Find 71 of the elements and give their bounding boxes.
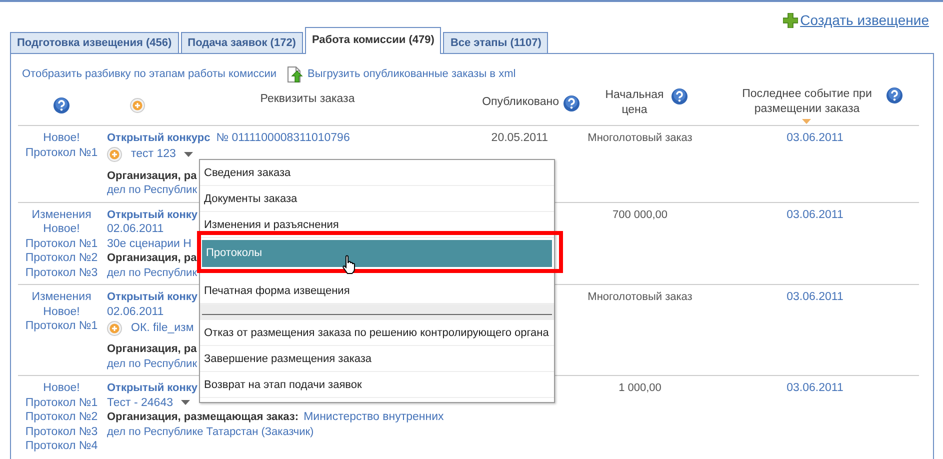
menu-item[interactable]: Сведения заказа bbox=[200, 160, 554, 186]
last-event-link[interactable]: 03.06.2011 bbox=[786, 208, 844, 220]
event-link[interactable]: Новое! bbox=[43, 222, 80, 236]
tab[interactable]: Работа комиссии (479) bbox=[304, 27, 442, 54]
order-title-link[interactable]: Открытый конку bbox=[107, 208, 198, 222]
menu-item[interactable]: Отказ от размещения заказа по решению контролирующего органа bbox=[200, 320, 554, 346]
published-date: 20.05.2011 bbox=[491, 132, 548, 144]
plus-icon bbox=[783, 12, 798, 28]
column-header: Последнее событие при размещении заказа bbox=[741, 87, 873, 117]
last-event-link[interactable]: 03.06.2011 bbox=[786, 132, 844, 144]
help-icon[interactable] bbox=[886, 87, 903, 104]
subject-link[interactable]: 30е сценарии Н bbox=[107, 236, 192, 251]
help-icon[interactable] bbox=[563, 95, 580, 112]
tab[interactable]: Подготовка извещения (456) bbox=[10, 32, 179, 53]
menu-item[interactable]: Протоколы bbox=[202, 240, 552, 267]
event-link[interactable]: Новое! bbox=[43, 131, 80, 146]
order-date[interactable]: 02.06.2011 bbox=[107, 222, 164, 236]
org-label: Организация, ра bbox=[107, 342, 197, 356]
event-link[interactable]: Протокол №4 bbox=[25, 439, 98, 454]
event-link[interactable]: Протокол №1 bbox=[25, 236, 98, 251]
org-link[interactable]: дел по Республике Татарстан (Заказчик) bbox=[107, 424, 314, 439]
event-link[interactable]: Протокол №1 bbox=[25, 396, 98, 410]
org-label: Организация, ра bbox=[107, 251, 197, 266]
event-link[interactable]: Протокол №1 bbox=[25, 319, 98, 334]
org-label: Организация, размещающая заказ: bbox=[107, 410, 299, 424]
order-number: № 0111100008311010796 bbox=[216, 131, 350, 146]
event-link[interactable]: Протокол №2 bbox=[25, 251, 98, 266]
price-text: Многолотовый заказ bbox=[588, 132, 692, 144]
price-text: 700 000,00 bbox=[612, 208, 668, 220]
column-header: Опубликовано bbox=[482, 95, 559, 110]
org-link[interactable]: дел по Республик bbox=[107, 356, 198, 371]
caret-icon[interactable] bbox=[181, 400, 190, 406]
event-link[interactable]: Новое! bbox=[43, 381, 80, 396]
org-link[interactable]: дел по Республик bbox=[107, 266, 198, 280]
subject-link[interactable]: Тест - 24643 bbox=[107, 396, 173, 410]
column-header: Реквизиты заказа bbox=[260, 92, 355, 107]
org-link[interactable]: дел по Республик bbox=[107, 183, 198, 198]
help-icon[interactable] bbox=[670, 88, 688, 105]
create-notice-link[interactable]: Создать извещение bbox=[783, 9, 929, 31]
last-event-link[interactable]: 03.06.2011 bbox=[786, 291, 844, 303]
menu-item[interactable]: Завершение размещения заказа bbox=[200, 346, 554, 372]
org-label: Организация, ра bbox=[107, 168, 197, 183]
order-title-link[interactable]: Открытый конку bbox=[107, 290, 198, 304]
help-icon[interactable] bbox=[53, 97, 70, 114]
price-text: Многолотовый заказ bbox=[588, 291, 692, 303]
event-link[interactable]: Протокол №1 bbox=[25, 146, 98, 160]
column-header: Начальная цена bbox=[604, 88, 665, 118]
document-export-icon bbox=[286, 66, 303, 82]
menu-item[interactable]: Изменения и разъяснения bbox=[200, 212, 554, 238]
event-link[interactable]: Изменения bbox=[32, 290, 92, 304]
event-link[interactable]: Протокол №2 bbox=[25, 410, 98, 424]
menu-item[interactable]: Документы заказа bbox=[200, 186, 554, 212]
caret-icon[interactable] bbox=[184, 152, 193, 158]
breakdown-link[interactable]: Отобразить разбивку по этапам работы комиссии bbox=[22, 68, 277, 80]
tab[interactable]: Подача заявок (172) bbox=[180, 32, 303, 53]
last-event-link[interactable]: 03.06.2011 bbox=[786, 382, 844, 394]
event-link[interactable]: Изменения bbox=[32, 208, 92, 222]
org-link[interactable]: Министерство внутренних bbox=[304, 410, 444, 424]
event-link[interactable]: Протокол №3 bbox=[25, 266, 98, 280]
hand-cursor-icon bbox=[341, 255, 357, 275]
event-link[interactable]: Новое! bbox=[43, 304, 80, 319]
export-link[interactable]: Выгрузить опубликованные заказы в xml bbox=[286, 66, 516, 82]
subject-link[interactable]: ОК. file_изм bbox=[131, 320, 194, 336]
subject-link[interactable]: тест 123 bbox=[131, 147, 176, 162]
order-title-link[interactable]: Открытый конку bbox=[107, 381, 198, 396]
event-link[interactable]: Протокол №3 bbox=[25, 424, 98, 439]
order-date[interactable]: 02.06.2011 bbox=[107, 304, 164, 319]
order-title-link[interactable]: Открытый конкурс bbox=[107, 131, 210, 146]
menu-item[interactable]: Возврат на этап подачи заявок bbox=[200, 372, 554, 398]
price-text: 1 000,00 bbox=[618, 382, 662, 394]
tab[interactable]: Все этапы (1107) bbox=[443, 32, 548, 53]
